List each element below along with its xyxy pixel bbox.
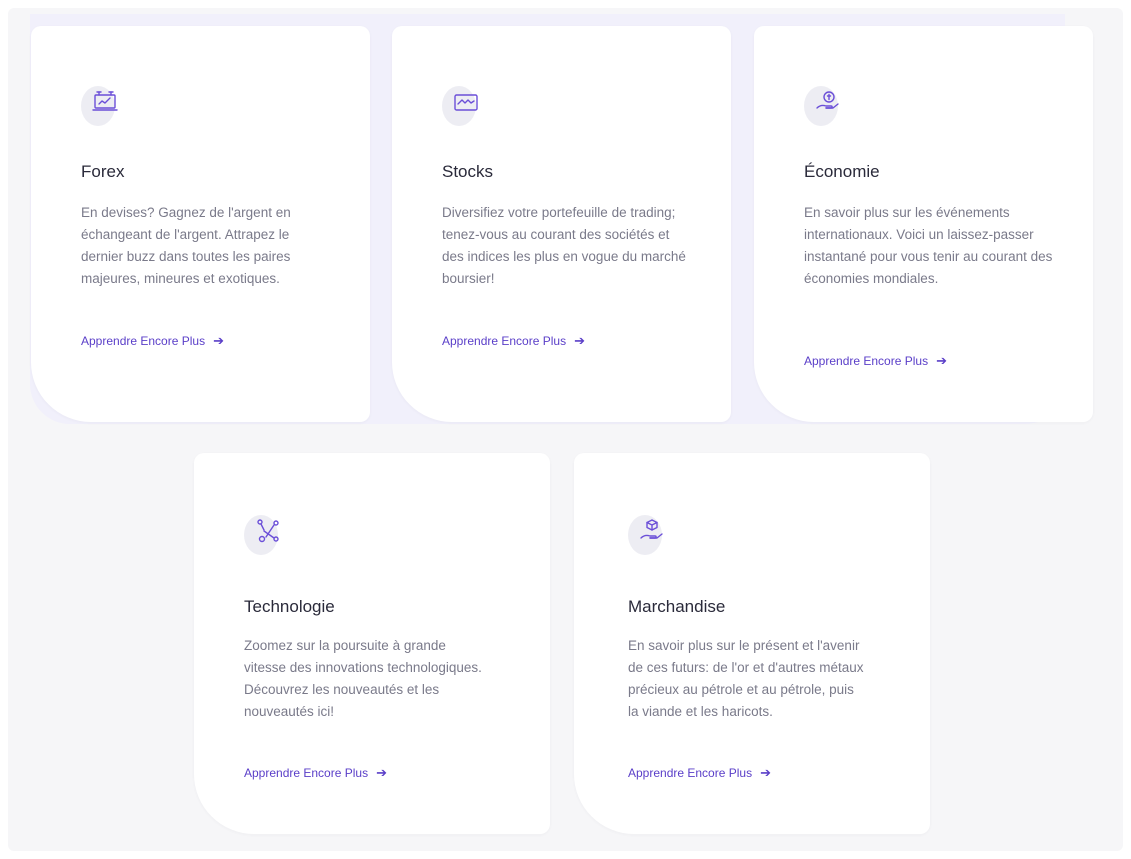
card-economie: Économie En savoir plus sur les événemen… bbox=[754, 26, 1093, 422]
learn-more-link-forex[interactable]: Apprendre Encore Plus ➔ bbox=[81, 333, 224, 349]
card-marchandise: Marchandise En savoir plus sur le présen… bbox=[574, 453, 930, 834]
card-description: En savoir plus sur le présent et l'aveni… bbox=[628, 638, 864, 719]
card-title: Forex bbox=[81, 162, 125, 181]
card-title: Stocks bbox=[442, 162, 494, 181]
box-hand-icon bbox=[628, 513, 676, 561]
card-description: Diversifiez votre portefeuille de tradin… bbox=[442, 205, 686, 286]
link-label: Apprendre Encore Plus bbox=[628, 766, 753, 780]
trading-monitor-icon bbox=[81, 84, 129, 132]
card-title: Économie bbox=[804, 162, 880, 181]
arrow-right-icon: ➔ bbox=[574, 333, 585, 348]
learn-more-link-technologie[interactable]: Apprendre Encore Plus ➔ bbox=[244, 765, 387, 781]
arrow-right-icon: ➔ bbox=[936, 353, 947, 368]
learn-more-link-economie[interactable]: Apprendre Encore Plus ➔ bbox=[804, 353, 947, 369]
card-description: Zoomez sur la poursuite à grande vitesse… bbox=[244, 638, 482, 719]
link-label: Apprendre Encore Plus bbox=[81, 334, 206, 348]
link-label: Apprendre Encore Plus bbox=[442, 334, 567, 348]
link-label: Apprendre Encore Plus bbox=[804, 354, 929, 368]
link-label: Apprendre Encore Plus bbox=[244, 766, 369, 780]
arrow-right-icon: ➔ bbox=[760, 765, 771, 780]
arrow-right-icon: ➔ bbox=[213, 333, 224, 348]
coin-hand-icon bbox=[804, 84, 852, 132]
learn-more-link-stocks[interactable]: Apprendre Encore Plus ➔ bbox=[442, 333, 585, 349]
card-stocks: Stocks Diversifiez votre portefeuille de… bbox=[392, 26, 731, 422]
stock-chart-icon bbox=[442, 84, 490, 132]
card-description: En savoir plus sur les événements intern… bbox=[804, 205, 1053, 286]
card-description: En devises? Gagnez de l'argent en échang… bbox=[81, 205, 291, 286]
arrow-right-icon: ➔ bbox=[376, 765, 387, 780]
card-technologie: Technologie Zoomez sur la poursuite à gr… bbox=[194, 453, 550, 834]
network-nodes-icon bbox=[244, 513, 292, 561]
learn-more-link-marchandise[interactable]: Apprendre Encore Plus ➔ bbox=[628, 765, 771, 781]
card-forex: Forex En devises? Gagnez de l'argent en … bbox=[31, 26, 370, 422]
card-title: Technologie bbox=[244, 597, 335, 616]
card-title: Marchandise bbox=[628, 597, 726, 616]
